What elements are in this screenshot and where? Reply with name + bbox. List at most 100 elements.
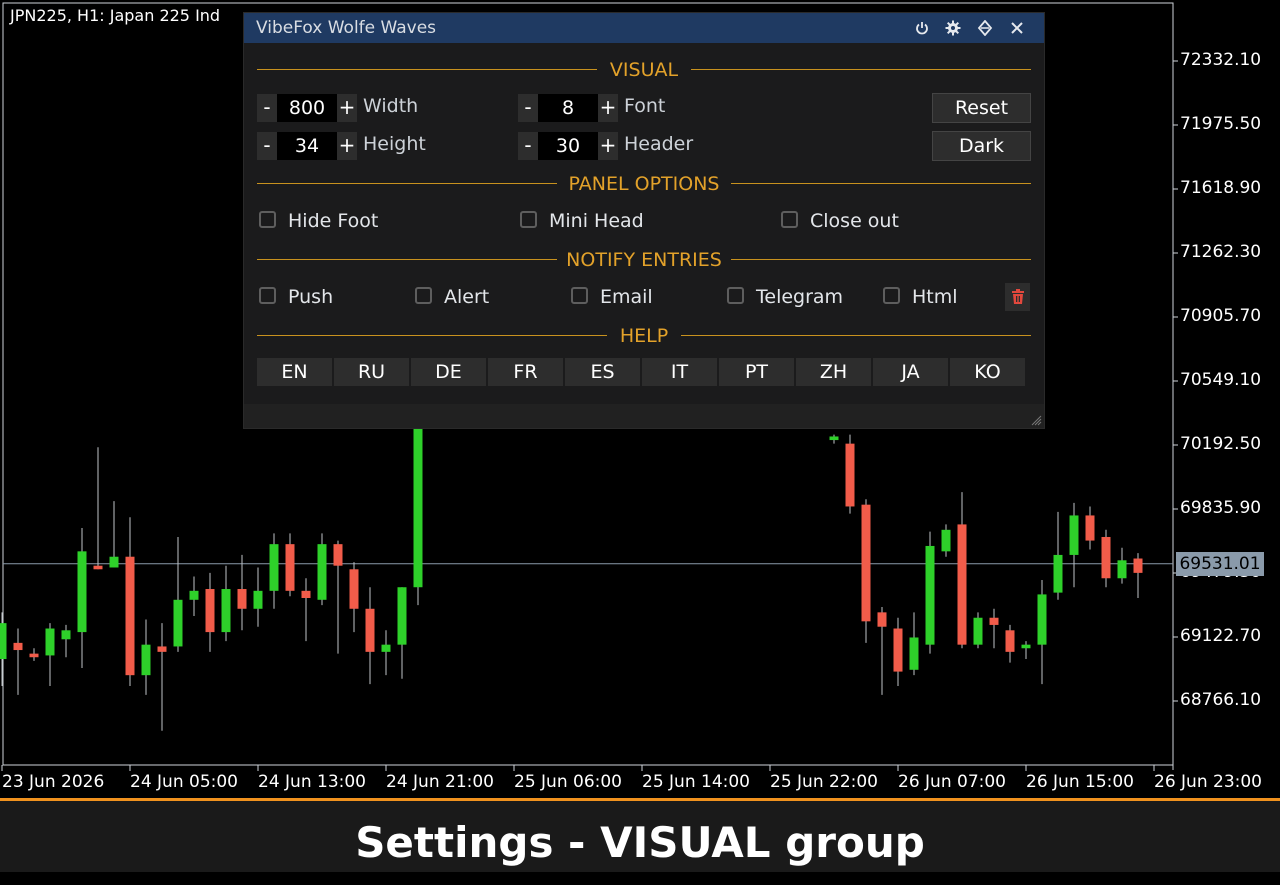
section-divider [681,335,1031,336]
reset-button[interactable]: Reset [932,93,1031,123]
time-label: 24 Jun 21:00 [386,772,494,792]
power-icon[interactable] [911,17,933,39]
mini-head-label: Mini Head [549,210,644,232]
telegram-checkbox[interactable] [727,287,744,304]
close-out-checkbox[interactable] [781,211,798,228]
font-decrement-button[interactable]: - [518,94,538,122]
panel-header[interactable]: VibeFox Wolfe Waves [244,13,1044,43]
push-checkbox[interactable] [259,287,276,304]
height-input[interactable]: 34 [277,132,337,160]
email-label: Email [600,286,653,308]
section-divider [731,183,1031,184]
price-label: 70549.10 [1180,370,1262,390]
section-divider [257,259,557,260]
mini-head-checkbox[interactable] [520,211,537,228]
candle-body [13,642,23,651]
gear-icon[interactable] [942,17,964,39]
section-title-help: HELP [619,325,669,347]
help-lang-en-button[interactable]: EN [257,358,332,386]
candle-body [941,529,951,552]
candle-body [381,644,391,652]
section-title-visual: VISUAL [609,59,679,81]
help-lang-zh-button[interactable]: ZH [796,358,871,386]
html-checkbox[interactable] [883,287,900,304]
panel-title: VibeFox Wolfe Waves [256,18,437,38]
candle-body [93,565,103,570]
candle-body [413,407,423,588]
candle-body [973,617,983,645]
font-input[interactable]: 8 [538,94,598,122]
candle-body [861,504,871,622]
time-label: 23 Jun 2026 [2,772,105,792]
section-title-notify-entries: NOTIFY ENTRIES [566,249,722,271]
alert-checkbox[interactable] [415,287,432,304]
candle-body [141,644,151,676]
delete-button[interactable] [1005,283,1030,311]
section-divider [257,69,597,70]
candle-body [0,623,7,660]
candle-body [349,569,359,609]
candle-body [285,544,295,591]
help-lang-ja-button[interactable]: JA [873,358,948,386]
time-label: 24 Jun 13:00 [258,772,366,792]
time-axis-ticks [1,765,1155,771]
candle-body [317,544,327,600]
candle-body [845,443,855,507]
dark-button[interactable]: Dark [932,131,1031,161]
candle-body [333,544,343,566]
trash-icon [1011,289,1024,304]
candle-body [157,646,167,652]
header-decrement-button[interactable]: - [518,132,538,160]
font-increment-button[interactable]: + [598,94,618,122]
candle-body [45,628,55,656]
candle-body [1053,554,1063,593]
price-label: 68766.10 [1180,690,1262,710]
candle-body [1069,515,1079,555]
help-lang-fr-button[interactable]: FR [488,358,563,386]
price-label: 71618.90 [1180,178,1262,198]
candle-body [269,544,279,591]
time-label: 26 Jun 23:00 [1154,772,1262,792]
candle-body [1117,560,1127,579]
candle-body [125,556,135,676]
candle-body [189,590,199,600]
alert-label: Alert [444,286,490,308]
candle-body [77,551,87,633]
help-lang-ru-button[interactable]: RU [334,358,409,386]
hide-foot-checkbox[interactable] [259,211,276,228]
header-increment-button[interactable]: + [598,132,618,160]
width-label: Width [363,95,419,117]
close-icon[interactable] [1006,17,1028,39]
section-divider [731,259,1031,260]
candle-body [1037,594,1047,645]
help-lang-es-button[interactable]: ES [565,358,640,386]
candle-body [1085,515,1095,541]
resize-grip-icon[interactable] [1030,414,1042,426]
width-input[interactable]: 800 [277,94,337,122]
help-lang-ko-button[interactable]: KO [950,358,1025,386]
price-label: 72332.10 [1180,50,1262,70]
email-checkbox[interactable] [571,287,588,304]
candle-body [221,589,231,633]
help-lang-pt-button[interactable]: PT [719,358,794,386]
candle-body [1005,630,1015,652]
help-lang-it-button[interactable]: IT [642,358,717,386]
header-input[interactable]: 30 [538,132,598,160]
width-decrement-button[interactable]: - [257,94,277,122]
height-decrement-button[interactable]: - [257,132,277,160]
price-label: 70905.70 [1180,306,1262,326]
candle-body [957,524,967,645]
price-label: 70192.50 [1180,434,1262,454]
expand-icon[interactable] [974,17,996,39]
width-increment-button[interactable]: + [337,94,357,122]
candle-body [61,630,71,640]
telegram-label: Telegram [756,286,844,308]
help-lang-de-button[interactable]: DE [411,358,486,386]
price-label: 71262.30 [1180,242,1262,262]
height-increment-button[interactable]: + [337,132,357,160]
height-label: Height [363,133,426,155]
price-label: 69835.90 [1180,498,1262,518]
candle-body [29,653,39,658]
current-price-badge: 69531.01 [1176,552,1264,576]
candle-body [365,608,375,652]
